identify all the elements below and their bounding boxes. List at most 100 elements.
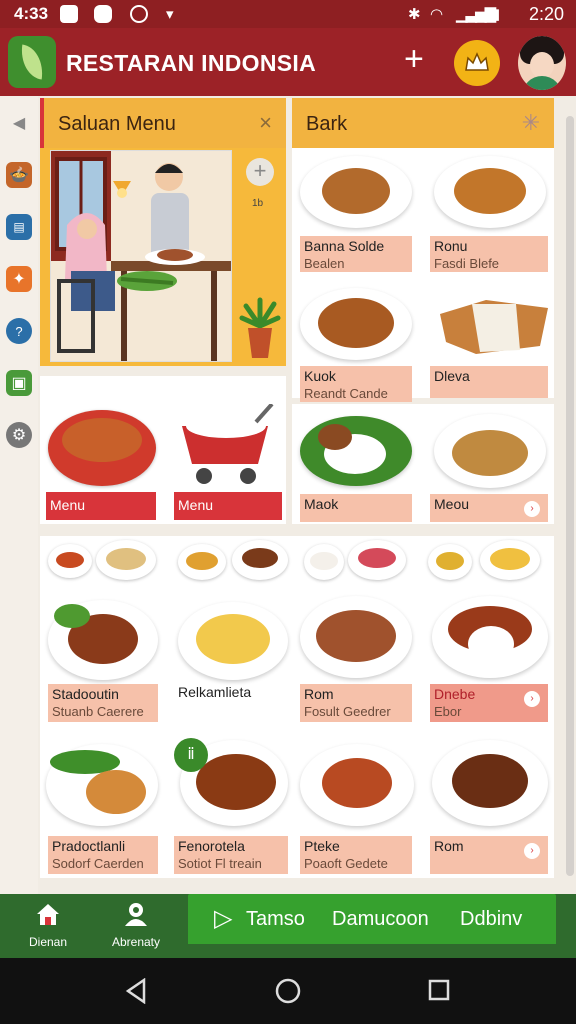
crown-button[interactable] bbox=[454, 40, 500, 86]
chevron-right-icon: › bbox=[524, 501, 540, 517]
app-notification-icon bbox=[94, 5, 112, 23]
scene-side-label: 1b bbox=[252, 198, 264, 209]
dish-label[interactable]: Rom Fosult Geedrer bbox=[300, 684, 412, 722]
scrollbar[interactable] bbox=[566, 116, 574, 876]
dish-image bbox=[300, 416, 412, 486]
sync-icon bbox=[130, 5, 148, 23]
card-icon: ▤ bbox=[13, 220, 25, 234]
wifi-icon: ◠ bbox=[430, 6, 444, 23]
settings-star-icon[interactable]: ✳ bbox=[522, 110, 540, 136]
status-time: 2:20 bbox=[528, 4, 564, 24]
sidebar-item-cards[interactable]: ▤ bbox=[6, 214, 32, 240]
nav-account[interactable]: Abrenaty bbox=[104, 900, 168, 949]
dish-image bbox=[48, 600, 158, 680]
sauce-bowl-image bbox=[48, 544, 92, 578]
sidebar-item-info[interactable]: ? bbox=[6, 318, 32, 344]
action-button-3[interactable]: Ddbinv bbox=[460, 908, 522, 931]
dish-label[interactable]: Dnebe Ebor › bbox=[430, 684, 548, 722]
dish-label[interactable]: Pteke Poaoft Gedete bbox=[300, 836, 412, 874]
dish-label[interactable]: Fenorotela Sotiot Fl treain bbox=[174, 836, 288, 874]
dish-image bbox=[300, 288, 412, 360]
back-icon[interactable] bbox=[124, 978, 148, 1004]
dish-label[interactable]: Stadooutin Stuanb Caerere bbox=[48, 684, 158, 722]
close-icon[interactable]: × bbox=[259, 110, 272, 136]
info-icon: ? bbox=[15, 323, 23, 339]
sidebar-item-food[interactable]: 🍲 bbox=[6, 162, 32, 188]
menu-button-2[interactable]: Menu bbox=[174, 492, 282, 520]
collapse-arrow-icon[interactable]: ◀ bbox=[6, 110, 32, 136]
add-button[interactable]: + bbox=[404, 42, 424, 76]
menu-item-label[interactable]: Meou › bbox=[430, 494, 548, 522]
user-icon bbox=[125, 903, 147, 926]
dish-label[interactable]: Pradoctlanli Sodorf Caerden bbox=[48, 836, 158, 874]
sidebar-item-offers[interactable]: ✦ bbox=[6, 266, 32, 292]
dish-image bbox=[434, 414, 546, 488]
notification-icon bbox=[60, 5, 78, 23]
dish-image bbox=[434, 156, 546, 228]
menu-item-label[interactable]: Dleva bbox=[430, 366, 548, 398]
restaurant-illustration bbox=[50, 150, 232, 362]
status-bar: 4:33 ▾ ✱ ◠ ▁▃▅▇ ▮ 2:20 bbox=[0, 0, 576, 28]
menu-item-label[interactable]: Ronu Fasdi Blefe bbox=[430, 236, 548, 272]
dish-image bbox=[300, 744, 414, 826]
dish-image bbox=[432, 740, 548, 826]
status-left-text: 4:33 bbox=[14, 4, 49, 23]
sauce-bowl-image bbox=[96, 540, 156, 580]
gear-icon: ⚙ bbox=[11, 427, 27, 444]
chevron-right-icon: › bbox=[524, 691, 540, 707]
chevron-right-icon: › bbox=[524, 843, 540, 859]
sauce-bowl-image bbox=[480, 540, 540, 580]
badge-icon: ✦ bbox=[12, 271, 26, 288]
sidebar: ◀ 🍲 ▤ ✦ ? ▣ ⚙ bbox=[0, 96, 38, 896]
rice-cart-image bbox=[174, 402, 276, 488]
user-avatar[interactable] bbox=[518, 36, 566, 90]
home-icon bbox=[37, 904, 59, 925]
menu-item-label[interactable]: Kuok Reandt Cande bbox=[300, 366, 412, 402]
bark-panel-header: Bark ✳ bbox=[292, 98, 554, 148]
action-bar: ▷ Tamso Damucoon Ddbinv bbox=[188, 894, 556, 944]
battery-icon: ▮ bbox=[492, 6, 501, 23]
pot-icon: 🍲 bbox=[9, 167, 29, 184]
signal-icon: ▁▃▅▇ bbox=[456, 6, 496, 23]
home-circle-icon[interactable] bbox=[275, 978, 301, 1004]
dish-image bbox=[432, 596, 548, 678]
bottom-navigation: Dienan Abrenaty ▷ Tamso Damucoon Ddbinv bbox=[0, 894, 576, 958]
sidebar-item-groceries[interactable]: ▣ bbox=[6, 370, 32, 396]
recents-icon[interactable] bbox=[428, 979, 450, 1001]
dropdown-indicator-icon: ▾ bbox=[166, 6, 174, 23]
app-title: RESTARAN INDONSIA bbox=[66, 50, 317, 76]
vegetarian-badge-icon: ⅱ bbox=[174, 738, 208, 772]
nav-home[interactable]: Dienan bbox=[16, 900, 80, 949]
sauce-bowl-image bbox=[428, 544, 472, 580]
dish-image bbox=[300, 596, 412, 678]
sauce-bowl-image bbox=[232, 540, 288, 580]
leaf-logo-icon bbox=[8, 36, 56, 88]
app-header: RESTARAN INDONSIA + bbox=[0, 28, 576, 96]
action-button-1[interactable]: Tamso bbox=[246, 908, 305, 931]
menu-panel-title: Saluan Menu bbox=[58, 113, 176, 135]
dish-image bbox=[178, 602, 288, 680]
zoom-plus-button[interactable]: + bbox=[246, 158, 274, 186]
bark-panel-title: Bark bbox=[306, 113, 348, 135]
sauce-bowl-image bbox=[348, 540, 406, 580]
bowl-dish-image bbox=[48, 410, 156, 486]
dish-image bbox=[46, 744, 158, 826]
sauce-bowl-image bbox=[304, 544, 344, 580]
potted-plant-icon bbox=[238, 296, 282, 360]
dish-image bbox=[436, 296, 552, 358]
menu-item-label[interactable]: Banna Solde Bealen bbox=[300, 236, 412, 272]
bag-icon: ▣ bbox=[11, 375, 27, 392]
action-button-2[interactable]: Damucoon bbox=[332, 908, 429, 931]
menu-button-1[interactable]: Menu bbox=[46, 492, 156, 520]
crown-icon bbox=[465, 52, 489, 71]
dish-image bbox=[300, 156, 412, 228]
play-icon[interactable]: ▷ bbox=[214, 904, 232, 933]
bluetooth-icon: ✱ bbox=[408, 6, 421, 23]
system-navigation-bar bbox=[0, 958, 576, 1024]
menu-panel-header: Saluan Menu × bbox=[40, 98, 286, 148]
sidebar-item-settings[interactable]: ⚙ bbox=[6, 422, 32, 448]
dish-label[interactable]: Relkamlieta bbox=[178, 684, 251, 700]
dish-label[interactable]: Rom › bbox=[430, 836, 548, 874]
menu-item-label[interactable]: Maok bbox=[300, 494, 412, 522]
sauce-bowl-image bbox=[178, 544, 226, 580]
